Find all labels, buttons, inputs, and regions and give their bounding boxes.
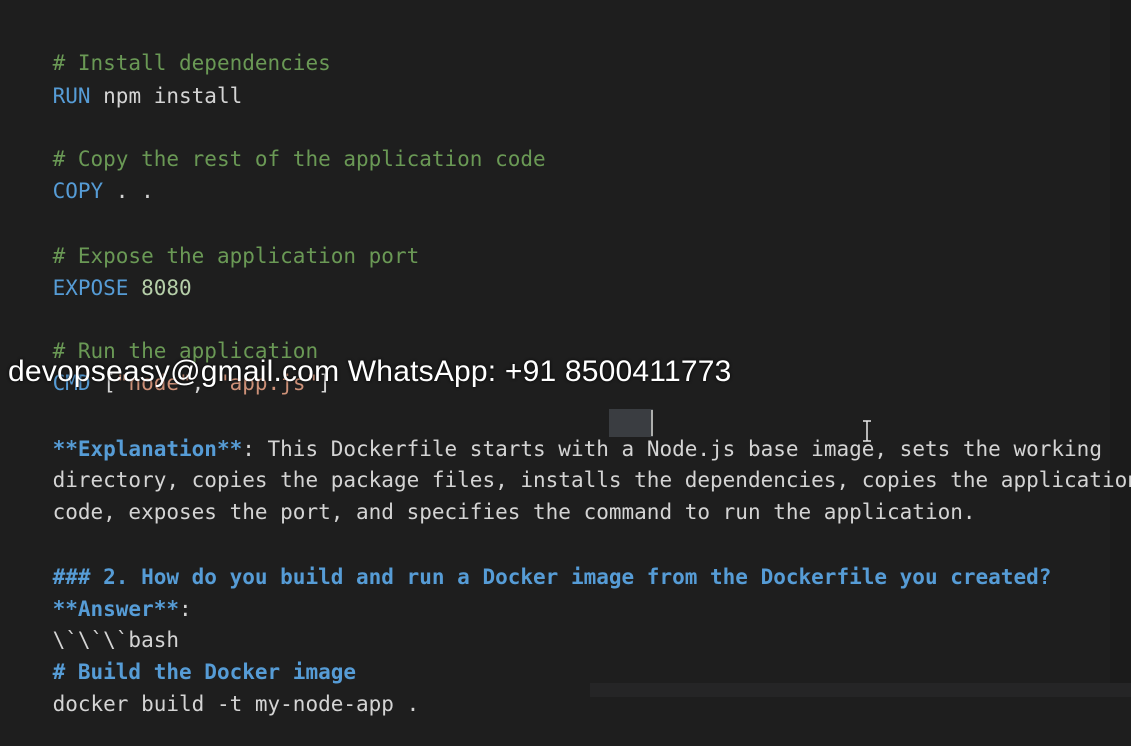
keyword-copy: COPY: [52, 179, 104, 203]
text-cursor: [651, 410, 653, 436]
editor-right-edge: [1110, 0, 1131, 697]
code-text: npm install: [90, 84, 243, 108]
code-line-19: # Build the Docker image: [2, 630, 356, 684]
ibeam-cursor-icon: [863, 420, 871, 442]
code-line-12: **Explanation**: This Dockerfile starts …: [2, 407, 1102, 461]
markdown-heading: ### 2. How do you build and run a Docker…: [52, 565, 1052, 589]
code-text: docker build -t my-node-app .: [52, 692, 420, 716]
code-line-10: # Run the application: [2, 309, 319, 363]
code-line-14: code, exposes the port, and specifies th…: [2, 470, 976, 524]
bottom-panel-edge: [590, 683, 1131, 697]
code-line-2: RUN npm install: [2, 54, 243, 108]
code-text: :: [179, 597, 192, 621]
code-line-13: directory, copies the package files, ins…: [2, 438, 1131, 492]
keyword-run: RUN: [52, 84, 91, 108]
port-number: 8080: [128, 276, 192, 300]
code-line-1: # Install dependencies: [2, 21, 331, 75]
code-line-7: # Expose the application port: [2, 214, 420, 268]
code-line-18: \`\`\`bash: [2, 598, 179, 652]
code-line-5: COPY . .: [2, 149, 154, 203]
code-text: code, exposes the port, and specifies th…: [52, 500, 976, 524]
code-line-8: EXPOSE 8080: [2, 246, 192, 300]
code-line-20: docker build -t my-node-app .: [2, 662, 420, 716]
code-line-16: ### 2. How do you build and run a Docker…: [2, 535, 1052, 589]
code-line-17: **Answer**:: [2, 567, 192, 621]
contact-watermark: devopseasy@gmail.com WhatsApp: +91 85004…: [8, 355, 732, 388]
code-line-4: # Copy the rest of the application code: [2, 117, 546, 171]
keyword-expose: EXPOSE: [52, 276, 129, 300]
code-text: . .: [103, 179, 154, 203]
code-editor[interactable]: # Install dependencies RUN npm install #…: [0, 0, 1131, 716]
